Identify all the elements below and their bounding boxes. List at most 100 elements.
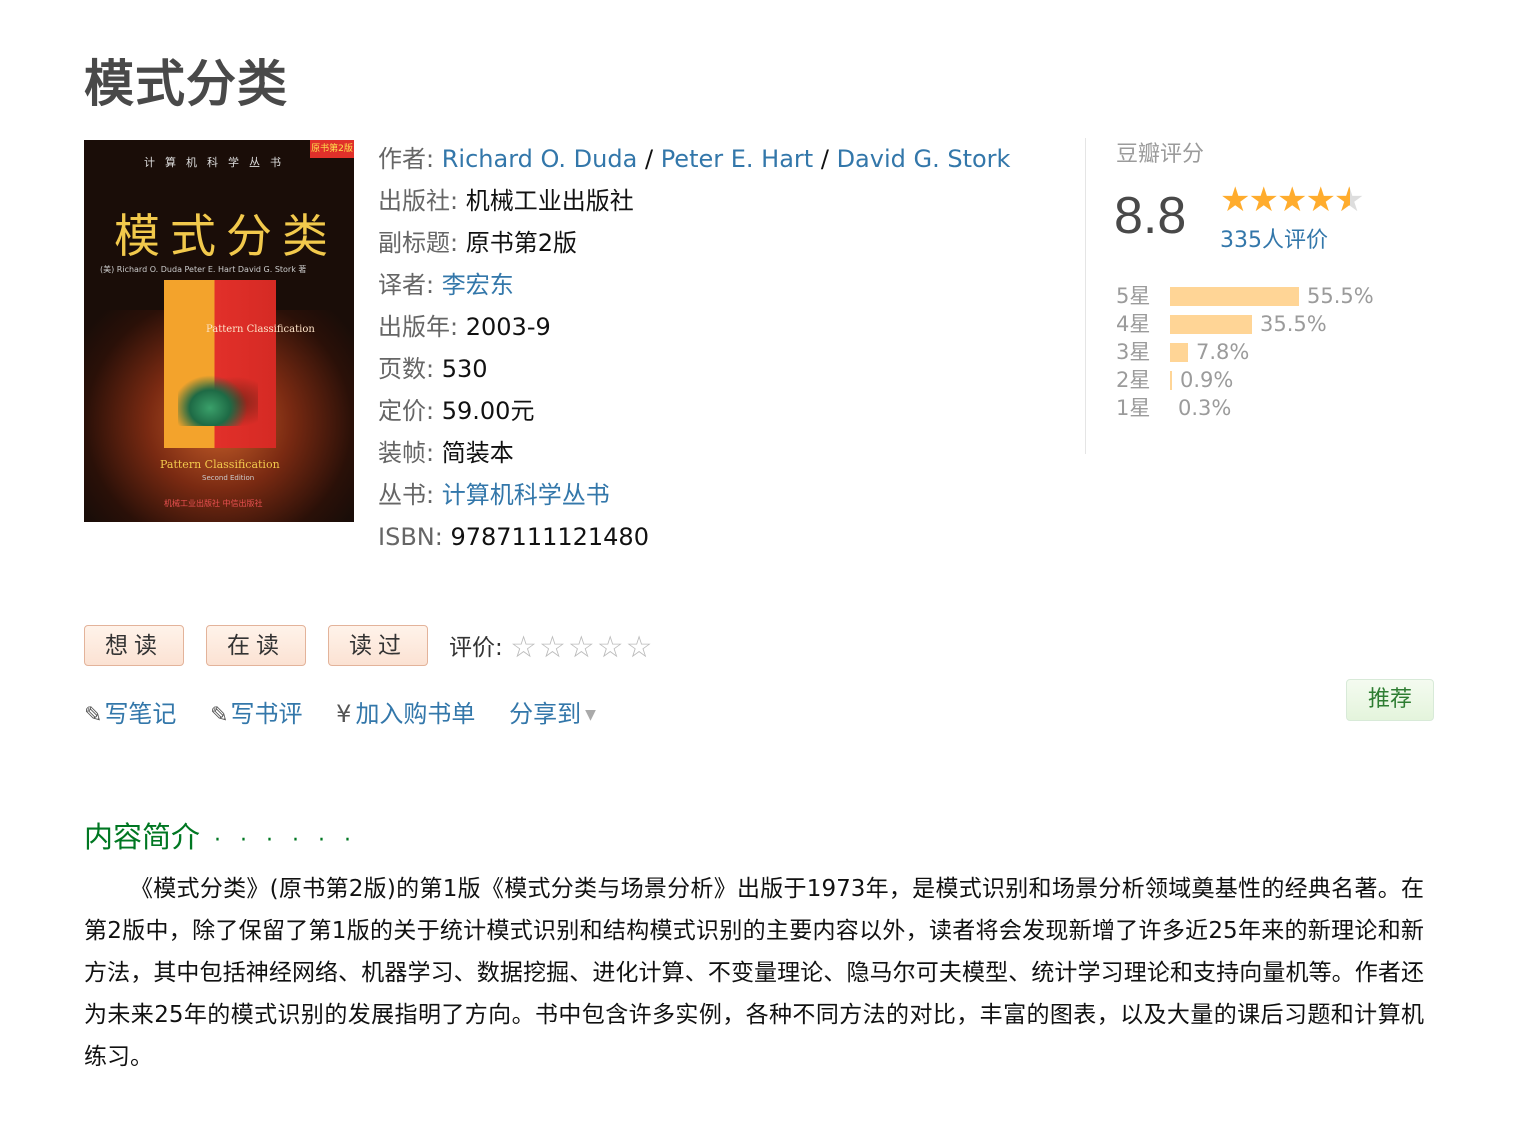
info-isbn: ISBN: 9787111121480	[378, 516, 1010, 558]
write-note-link[interactable]: ✎写笔记	[84, 700, 176, 728]
star-full-icon: ★	[1220, 180, 1251, 220]
cover-illustration	[178, 366, 258, 426]
share-dropdown[interactable]: 分享到 ▼	[509, 700, 596, 728]
info-subtitle: 副标题: 原书第2版	[378, 222, 1010, 264]
cover-series: 计算机科学丛书	[144, 156, 291, 169]
dist-bar	[1170, 370, 1172, 390]
cover-bottom-subtitle: Second Edition	[202, 474, 255, 482]
intro-heading: 内容简介 · · · · · ·	[84, 814, 357, 856]
author-sep: /	[820, 145, 829, 173]
chevron-down-icon: ▼	[585, 707, 596, 723]
info-author: 作者: Richard O. Duda / Peter E. Hart / Da…	[378, 138, 1010, 180]
isbn-label: ISBN:	[378, 523, 443, 551]
cover-bottom-title: Pattern Classification	[160, 458, 280, 471]
action-links: ✎写笔记 ✎写书评 ¥ 加入购书单 分享到 ▼	[84, 694, 622, 729]
year-label: 出版年:	[378, 313, 459, 341]
binding-label: 装帧:	[378, 439, 435, 467]
write-note-label: 写笔记	[104, 700, 177, 728]
author-sep: /	[644, 145, 654, 173]
subtitle-value: 原书第2版	[465, 229, 578, 257]
author-link-1[interactable]: Richard O. Duda	[442, 145, 638, 173]
yen-icon: ¥	[336, 700, 352, 728]
reading-button[interactable]: 在读	[206, 625, 306, 666]
info-year: 出版年: 2003-9	[378, 306, 1010, 348]
recommend-button[interactable]: 推荐	[1346, 679, 1434, 721]
info-publisher: 出版社: 机械工业出版社	[378, 180, 1010, 222]
pencil-icon: ✎	[210, 703, 229, 728]
intro-text: 《模式分类》(原书第2版)的第1版《模式分类与场景分析》出版于1973年，是模式…	[84, 876, 1424, 1070]
rating-score: 8.8	[1114, 187, 1187, 245]
write-review-label: 写书评	[230, 700, 303, 728]
dist-row-4: 4星 35.5%	[1116, 310, 1374, 338]
rating-title: 豆瓣评分	[1116, 142, 1205, 167]
isbn-value: 9787111121480	[450, 523, 649, 551]
subtitle-label: 副标题:	[378, 229, 459, 257]
dist-bar	[1170, 314, 1252, 334]
dist-row-3: 3星 7.8%	[1116, 338, 1374, 366]
dist-pct: 0.3%	[1178, 396, 1232, 420]
series-link[interactable]: 计算机科学丛书	[442, 481, 610, 509]
star-full-icon: ★	[1248, 180, 1279, 220]
rating-stars-icon: ★★★★★	[1220, 180, 1365, 220]
info-translator: 译者: 李宏东	[378, 264, 1010, 306]
dist-pct: 7.8%	[1196, 340, 1250, 364]
intro-title: 内容简介	[84, 820, 201, 854]
series-label: 丛书:	[378, 481, 435, 509]
pencil-icon: ✎	[84, 703, 103, 728]
author-link-3[interactable]: David G. Stork	[837, 145, 1011, 173]
translator-label: 译者:	[378, 271, 435, 299]
pages-value: 530	[441, 355, 488, 383]
price-label: 定价:	[378, 397, 435, 425]
dist-label: 2星	[1116, 368, 1151, 392]
dist-pct: 35.5%	[1260, 312, 1327, 336]
dist-bar	[1170, 342, 1188, 362]
add-to-cart-link[interactable]: ¥ 加入购书单	[336, 700, 475, 728]
rating-count-link[interactable]: 335人评价	[1220, 222, 1328, 254]
page-title: 模式分类	[84, 55, 288, 113]
author-link-2[interactable]: Peter E. Hart	[661, 145, 814, 173]
translator-link[interactable]: 李宏东	[442, 271, 514, 299]
info-price: 定价: 59.00元	[378, 390, 1010, 432]
pages-label: 页数:	[378, 355, 435, 383]
dist-label: 4星	[1116, 312, 1151, 336]
dist-row-1: 1星 0.3%	[1116, 394, 1374, 422]
cover-title: 模式分类	[114, 209, 338, 263]
book-info: 作者: Richard O. Duda / Peter E. Hart / Da…	[378, 138, 1010, 558]
year-value: 2003-9	[465, 313, 551, 341]
dist-row-5: 5星 55.5%	[1116, 282, 1374, 310]
info-series: 丛书: 计算机科学丛书	[378, 474, 1010, 516]
rate-stars-icon[interactable]: ☆☆☆☆☆	[510, 630, 654, 665]
dist-pct: 0.9%	[1180, 368, 1234, 392]
user-rating: 评价: ☆☆☆☆☆	[449, 628, 655, 665]
cover-badge: 原书第2版	[310, 140, 354, 158]
star-full-icon: ★	[1305, 180, 1336, 220]
write-review-link[interactable]: ✎写书评	[210, 700, 302, 728]
dist-bar	[1170, 286, 1299, 306]
info-pages: 页数: 530	[378, 348, 1010, 390]
dist-row-2: 2星 0.9%	[1116, 366, 1374, 394]
author-label: 作者:	[378, 145, 435, 173]
eval-label: 评价:	[449, 635, 503, 661]
cover-publisher: 机械工业出版社 中信出版社	[164, 499, 263, 508]
dist-label: 3星	[1116, 340, 1151, 364]
want-to-read-button[interactable]: 想读	[84, 625, 184, 666]
info-binding: 装帧: 简装本	[378, 432, 1010, 474]
rating-distribution: 5星 55.5% 4星 35.5% 3星 7.8% 2星 0.9% 1星 0.3…	[1116, 282, 1374, 422]
dist-label: 1星	[1116, 396, 1151, 420]
star-full-icon: ★	[1276, 180, 1308, 220]
share-label: 分享到	[509, 700, 582, 728]
dist-label: 5星	[1116, 284, 1151, 308]
intro-dots: · · · · · ·	[214, 828, 357, 853]
publisher-value: 机械工业出版社	[465, 187, 634, 215]
cover-inner-text: Pattern Classification	[206, 324, 315, 335]
add-to-cart-label: 加入购书单	[355, 700, 476, 728]
star-half-icon: ★	[1334, 180, 1365, 220]
dist-pct: 55.5%	[1307, 284, 1374, 308]
book-cover[interactable]: 计算机科学丛书 原书第2版 模式分类 (美) Richard O. Duda P…	[84, 140, 354, 522]
cover-authors: (美) Richard O. Duda Peter E. Hart David …	[100, 265, 307, 274]
rating-divider	[1085, 138, 1086, 454]
binding-value: 简装本	[441, 439, 514, 467]
publisher-label: 出版社:	[378, 187, 459, 215]
price-value: 59.00元	[441, 397, 535, 425]
have-read-button[interactable]: 读过	[328, 625, 428, 666]
